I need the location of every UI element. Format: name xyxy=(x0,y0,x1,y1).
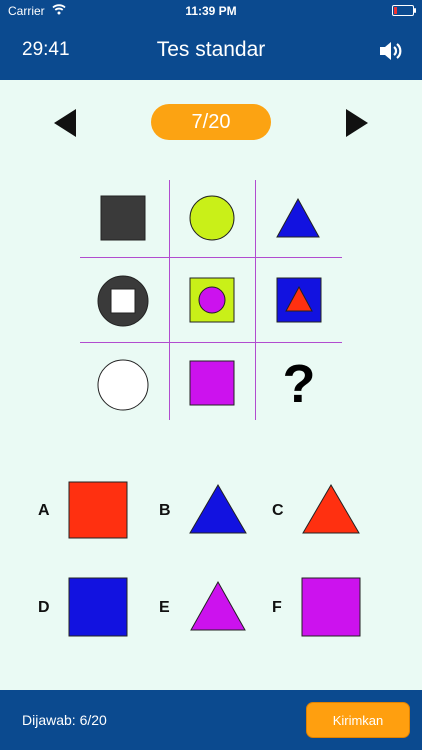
puzzle-grid: ? xyxy=(80,180,342,420)
puzzle-cell-purple-square xyxy=(189,360,235,406)
option-d-blue-square[interactable] xyxy=(68,577,128,642)
grid-line xyxy=(80,257,342,258)
page-title: Tes standar xyxy=(156,38,266,61)
option-label-f: F xyxy=(272,599,282,616)
grid-line xyxy=(255,180,256,420)
option-label-e: E xyxy=(159,599,170,616)
grid-line xyxy=(80,342,342,343)
option-label-d: D xyxy=(38,599,50,616)
puzzle-cell-circle-with-square xyxy=(97,275,149,327)
question-counter: 7/20 xyxy=(151,104,271,140)
puzzle-cell-dark-square xyxy=(100,195,146,241)
next-arrow-icon[interactable] xyxy=(344,108,370,138)
puzzle-cell-square-with-circle xyxy=(189,277,235,323)
option-label-b: B xyxy=(159,502,171,519)
option-c-red-triangle[interactable] xyxy=(302,484,360,539)
option-f-purple-square[interactable] xyxy=(301,577,361,642)
option-a-red-square[interactable] xyxy=(68,481,128,544)
answered-count: Dijawab: 6/20 xyxy=(22,712,107,728)
battery-icon xyxy=(392,5,416,16)
question-mark: ? xyxy=(282,354,316,414)
speaker-icon[interactable] xyxy=(378,38,404,64)
puzzle-cell-blue-triangle xyxy=(276,198,320,238)
nav-bar: 29:41 Tes standar xyxy=(0,22,422,80)
option-label-c: C xyxy=(272,502,284,519)
option-label-a: A xyxy=(38,502,50,519)
bottom-bar: Dijawab: 6/20 Kirimkan xyxy=(0,690,422,750)
submit-button[interactable]: Kirimkan xyxy=(306,702,410,738)
puzzle-cell-square-with-triangle xyxy=(276,277,322,323)
option-b-blue-triangle[interactable] xyxy=(189,484,247,539)
option-e-purple-triangle[interactable] xyxy=(190,580,246,636)
previous-arrow-icon[interactable] xyxy=(52,108,78,138)
status-time: 11:39 PM xyxy=(185,4,237,18)
status-bar: Carrier 11:39 PM xyxy=(0,0,422,22)
grid-line xyxy=(169,180,170,420)
puzzle-cell-white-circle xyxy=(97,359,149,411)
puzzle-cell-lime-circle xyxy=(189,195,235,241)
